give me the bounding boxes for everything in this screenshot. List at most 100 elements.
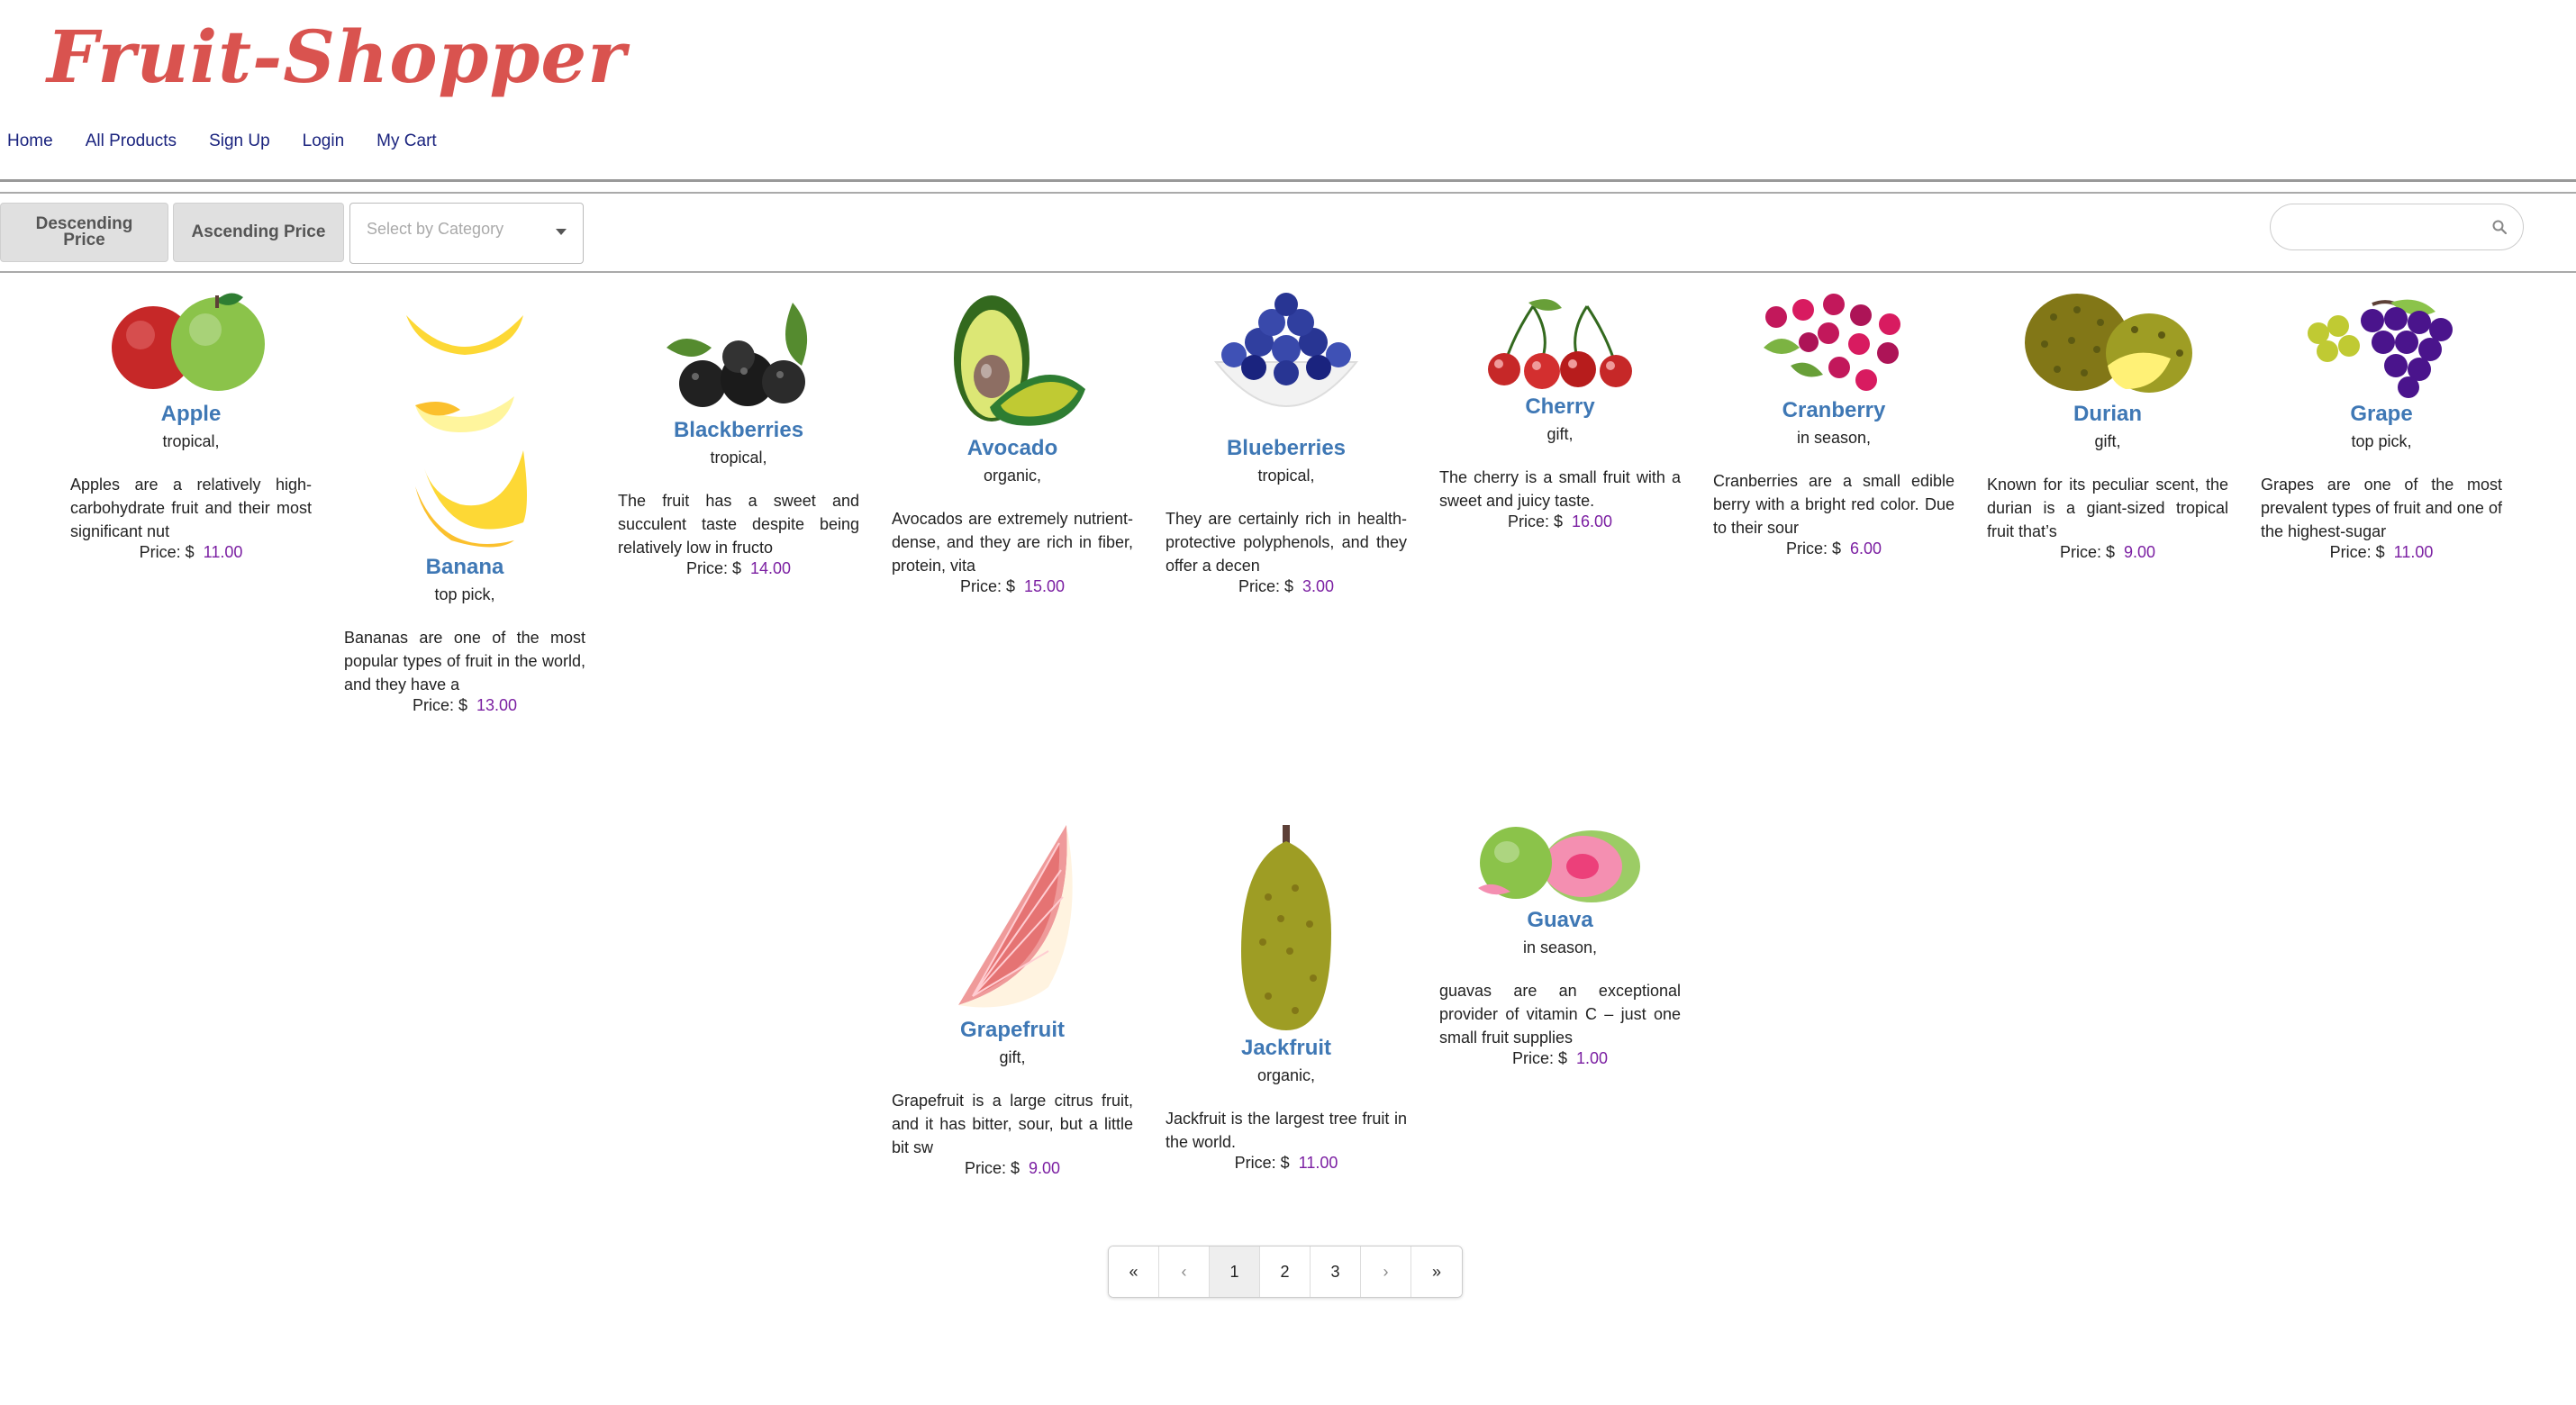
price-label: Price: $ [685, 559, 741, 577]
product-description: They are certainly rich in health-protec… [1166, 510, 1407, 575]
divider [0, 179, 2576, 182]
nav-login[interactable]: Login [303, 131, 345, 151]
nav-sign-up[interactable]: Sign Up [209, 131, 270, 151]
avocado-image[interactable] [936, 290, 1089, 434]
nav-home[interactable]: Home [7, 131, 53, 151]
product-description: Avocados are extremely nutrient-dense, a… [892, 510, 1133, 575]
product-name[interactable]: Apple [70, 402, 312, 427]
previous-page-button[interactable]: ‹ [1159, 1246, 1210, 1297]
product-description: Cranberries are a small edible berry wit… [1713, 472, 1955, 537]
product-price: Price: $ 16.00 [1439, 512, 1681, 531]
ascending-price-button[interactable]: Ascending Price [173, 203, 344, 262]
price-value: 6.00 [1849, 539, 1882, 557]
grape-image[interactable] [2300, 297, 2463, 400]
page-2-button[interactable]: 2 [1260, 1246, 1311, 1297]
product-description: Known for its peculiar scent, the durian… [1987, 476, 2228, 540]
blueberries-image[interactable] [1198, 290, 1374, 434]
page-1-button[interactable]: 1 [1210, 1246, 1260, 1297]
cherry-image[interactable] [1479, 297, 1641, 393]
product-description: Jackfruit is the largest tree fruit in t… [1166, 1110, 1407, 1151]
product-price: Price: $ 11.00 [70, 543, 312, 562]
product-name[interactable]: Jackfruit [1166, 1036, 1407, 1061]
product-price: Price: $ 11.00 [2261, 543, 2502, 562]
product-name[interactable]: Grapefruit [892, 1018, 1133, 1043]
nav-all-products[interactable]: All Products [86, 131, 177, 151]
pagination: « ‹ 1 2 3 › » [1108, 1246, 1463, 1298]
product-name[interactable]: Blackberries [618, 418, 859, 443]
product-price: Price: $ 13.00 [344, 696, 585, 715]
price-value: 13.00 [476, 696, 518, 714]
product-category: top pick, [2351, 432, 2412, 450]
search-input[interactable] [2289, 204, 2496, 249]
product-name[interactable]: Cranberry [1713, 398, 1955, 423]
grapefruit-image[interactable] [940, 816, 1084, 1016]
cranberry-image[interactable] [1746, 294, 1922, 396]
main-nav: Home All Products Sign Up Login My Cart [0, 131, 462, 151]
price-label: Price: $ [1511, 1049, 1567, 1067]
product-category: organic, [1256, 1066, 1316, 1084]
category-select[interactable]: Select by Category [349, 203, 584, 264]
price-value: 9.00 [1028, 1159, 1061, 1177]
product-description: The cherry is a small fruit with a sweet… [1439, 468, 1681, 510]
nav-my-cart[interactable]: My Cart [376, 131, 437, 151]
product-name[interactable]: Avocado [892, 436, 1133, 461]
product-description: Grapefruit is a large citrus fruit, and … [892, 1092, 1133, 1156]
next-page-button[interactable]: › [1361, 1246, 1411, 1297]
product-price: Price: $ 3.00 [1166, 577, 1407, 596]
product-price: Price: $ 9.00 [892, 1159, 1133, 1178]
price-value: 1.00 [1575, 1049, 1609, 1067]
price-value: 11.00 [2393, 543, 2434, 561]
product-name[interactable]: Blueberries [1166, 436, 1407, 461]
product-category: gift, [2094, 432, 2121, 450]
price-value: 15.00 [1023, 577, 1066, 595]
product-price: Price: $ 14.00 [618, 559, 859, 578]
product-category: in season, [1522, 938, 1598, 956]
product-card: Avocado organic, Avocados are extremely … [892, 290, 1133, 596]
product-card: Jackfruit organic, Jackfruit is the larg… [1166, 825, 1407, 1173]
price-label: Price: $ [1234, 1154, 1290, 1172]
product-name[interactable]: Grape [2261, 402, 2502, 427]
product-card: Blackberries tropical, The fruit has a s… [618, 294, 859, 578]
page-3-button[interactable]: 3 [1311, 1246, 1361, 1297]
product-price: Price: $ 6.00 [1713, 539, 1955, 558]
banana-image[interactable] [397, 297, 532, 553]
product-card: Blueberries tropical, They are certainly… [1166, 290, 1407, 596]
product-price: Price: $ 11.00 [1166, 1154, 1407, 1173]
product-card: Guava in season, guavas are an exception… [1439, 816, 1681, 1068]
first-page-button[interactable]: « [1109, 1246, 1159, 1297]
caret-down-icon [556, 229, 567, 235]
blackberries-image[interactable] [658, 294, 820, 416]
descending-price-button[interactable]: Descending Price [0, 203, 168, 262]
price-value: 9.00 [2123, 543, 2156, 561]
descending-price-label: Descending Price [35, 214, 133, 249]
product-card: Cherry gift, The cherry is a small fruit… [1439, 297, 1681, 531]
product-category: tropical, [1257, 467, 1315, 485]
jackfruit-image[interactable] [1223, 825, 1349, 1034]
durian-image[interactable] [2018, 290, 2198, 400]
category-select-placeholder: Select by Category [367, 220, 504, 238]
product-description: guavas are an exceptional provider of vi… [1439, 982, 1681, 1047]
price-label: Price: $ [139, 543, 195, 561]
product-category: organic, [983, 467, 1042, 485]
search-box [2270, 204, 2524, 250]
divider [0, 192, 2576, 194]
last-page-button[interactable]: » [1411, 1246, 1462, 1297]
apple-image[interactable] [108, 290, 274, 400]
product-category: top pick, [434, 585, 495, 603]
product-name[interactable]: Banana [344, 555, 585, 580]
price-value: 3.00 [1302, 577, 1335, 595]
product-card: Grapefruit gift, Grapefruit is a large c… [892, 816, 1133, 1178]
product-name[interactable]: Guava [1439, 908, 1681, 933]
price-value: 14.00 [749, 559, 792, 577]
product-name[interactable]: Cherry [1439, 394, 1681, 420]
price-label: Price: $ [2329, 543, 2385, 561]
product-name[interactable]: Durian [1987, 402, 2228, 427]
price-label: Price: $ [2059, 543, 2115, 561]
guava-image[interactable] [1474, 816, 1646, 906]
product-description: Bananas are one of the most popular type… [344, 629, 585, 693]
product-description: The fruit has a sweet and succulent tast… [618, 492, 859, 557]
search-icon[interactable] [2492, 220, 2507, 234]
price-label: Price: $ [1785, 539, 1841, 557]
site-logo[interactable]: Fruit-Shopper [47, 14, 626, 99]
product-category: gift, [999, 1048, 1026, 1066]
